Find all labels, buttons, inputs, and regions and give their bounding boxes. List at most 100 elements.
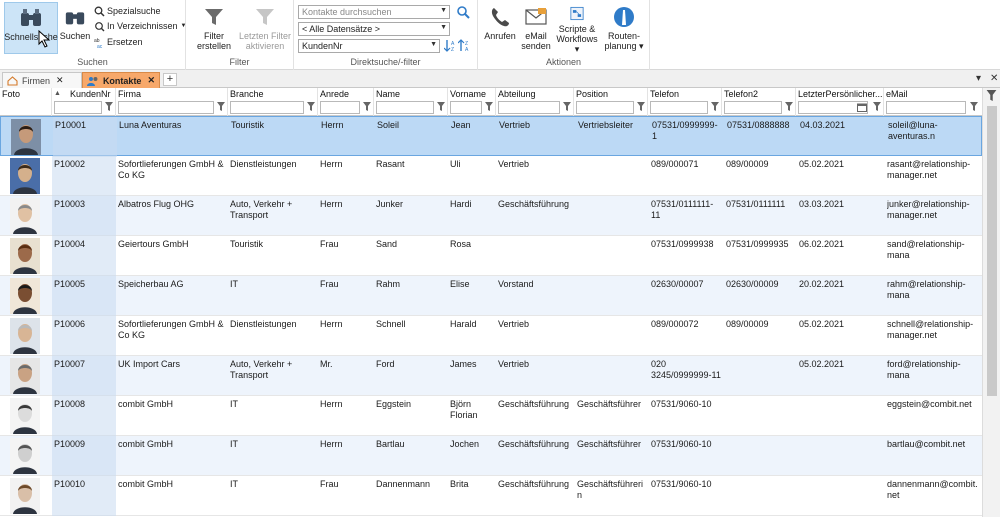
cell-email[interactable]: sand@relationship-mana — [887, 239, 980, 273]
cell-branche[interactable]: Touristik — [230, 239, 316, 273]
sort-descending-icon[interactable]: ZA — [458, 39, 470, 52]
table-row[interactable]: P10004 Geiertours GmbH Touristik Frau Sand Ro… — [0, 236, 982, 276]
cell-telefon2[interactable]: 089/00009 — [726, 319, 794, 353]
close-icon[interactable]: ✕ — [990, 73, 998, 84]
table-row[interactable]: P10010 combit GmbH IT Frau Dannenmann Brita Ge… — [0, 476, 982, 516]
cell-branche[interactable]: Auto, Verkehr + Transport — [230, 359, 316, 393]
table-row[interactable]: P10006 Sofortlieferungen GmbH & Co KG Dien… — [0, 316, 982, 356]
cell-letzter[interactable]: 20.02.2021 — [799, 279, 881, 313]
spezialsuche-button[interactable]: Spezialsuche — [94, 5, 161, 17]
cell-position[interactable] — [577, 239, 647, 273]
cell-email[interactable]: dannenmann@combit.net — [887, 479, 980, 513]
cell-branche[interactable]: Dienstleistungen — [230, 319, 316, 353]
cell-anrede[interactable]: Herrn — [320, 439, 372, 473]
cell-letzter[interactable]: 05.02.2021 — [799, 359, 881, 393]
table-row[interactable]: P10008 combit GmbH IT Herrn Eggstein Björn Fl… — [0, 396, 982, 436]
cell-branche[interactable]: IT — [230, 279, 316, 313]
cell-vorname[interactable]: James — [450, 359, 494, 393]
table-row[interactable]: P10005 Speicherbau AG IT Frau Rahm Elise Vorst… — [0, 276, 982, 316]
cell-telefon[interactable]: 07531/9060-10 — [651, 439, 721, 473]
cell-email[interactable]: ford@relationship-mana — [887, 359, 980, 393]
cell-anrede[interactable]: Mr. — [320, 359, 372, 393]
cell-abteilung[interactable]: Geschäftsführung — [498, 399, 572, 433]
cell-position[interactable] — [577, 359, 647, 393]
cell-telefon2[interactable] — [726, 359, 794, 393]
cell-letzter[interactable]: 03.03.2021 — [799, 199, 881, 233]
cell-vorname[interactable]: Harald — [450, 319, 494, 353]
close-icon[interactable]: ✕ — [56, 75, 64, 86]
cell-position[interactable]: Geschäftsführer — [577, 439, 647, 473]
cell-anrede[interactable]: Herrn — [321, 120, 373, 154]
cell-firma[interactable]: combit GmbH — [118, 479, 226, 513]
cell-firma[interactable]: Sofortlieferungen GmbH & Co KG — [118, 159, 226, 193]
cell-letzter[interactable] — [799, 479, 881, 513]
filter-icon[interactable] — [217, 102, 225, 111]
cell-kundennr[interactable]: P10010 — [54, 479, 112, 513]
filter-icon[interactable] — [363, 102, 371, 111]
cell-kundennr[interactable]: P10004 — [54, 239, 112, 273]
dataset-select[interactable]: < Alle Datensätze > ▼ — [298, 22, 450, 36]
filter-icon[interactable] — [986, 90, 997, 101]
chevron-down-icon[interactable]: ▾ — [976, 73, 981, 84]
cell-abteilung[interactable]: Geschäftsführung — [498, 439, 572, 473]
cell-telefon2[interactable]: 07531/0999935 — [726, 239, 794, 273]
cell-telefon[interactable]: 07531/9060-10 — [651, 399, 721, 433]
vertical-scrollbar[interactable] — [982, 88, 1000, 517]
cell-position[interactable]: Vertriebsleiter — [578, 120, 648, 154]
filter-input-vorname[interactable] — [450, 101, 482, 114]
cell-kundennr[interactable]: P10006 — [54, 319, 112, 353]
cell-name[interactable]: Soleil — [377, 120, 447, 154]
cell-firma[interactable]: Albatros Flug OHG — [118, 199, 226, 233]
filter-icon[interactable] — [437, 102, 445, 111]
cell-vorname[interactable]: Uli — [450, 159, 494, 193]
col-firma[interactable]: Firma — [116, 88, 228, 116]
cell-vorname[interactable]: Jean — [451, 120, 495, 154]
filter-input-branche[interactable] — [230, 101, 304, 114]
cell-kundennr[interactable]: P10001 — [55, 120, 113, 154]
cell-email[interactable]: rasant@relationship-manager.net — [887, 159, 980, 193]
cell-kundennr[interactable]: P10008 — [54, 399, 112, 433]
filter-icon[interactable] — [563, 102, 571, 111]
cell-telefon2[interactable] — [726, 479, 794, 513]
col-position[interactable]: Position — [574, 88, 648, 116]
col-telefon2[interactable]: Telefon2 — [722, 88, 796, 116]
cell-telefon2[interactable] — [726, 439, 794, 473]
filter-icon[interactable] — [711, 102, 719, 111]
cell-telefon2[interactable]: 07531/0888888 — [727, 120, 795, 154]
cell-position[interactable] — [577, 279, 647, 313]
sort-ascending-icon[interactable]: AZ — [444, 39, 456, 52]
filter-erstellen-button[interactable]: Filter erstellen — [192, 2, 236, 54]
cell-branche[interactable]: Dienstleistungen — [230, 159, 316, 193]
cell-vorname[interactable]: Rosa — [450, 239, 494, 273]
col-letzter[interactable]: LetzterPersönlicher... — [796, 88, 884, 116]
filter-icon[interactable] — [970, 102, 978, 111]
cell-name[interactable]: Ford — [376, 359, 446, 393]
filter-input-name[interactable] — [376, 101, 434, 114]
cell-letzter[interactable] — [799, 439, 881, 473]
cell-kundennr[interactable]: P10003 — [54, 199, 112, 233]
cell-firma[interactable]: UK Import Cars — [118, 359, 226, 393]
cell-name[interactable]: Dannenmann — [376, 479, 446, 513]
col-name[interactable]: Name — [374, 88, 448, 116]
cell-branche[interactable]: IT — [230, 479, 316, 513]
cell-anrede[interactable]: Frau — [320, 479, 372, 513]
cell-name[interactable]: Rahm — [376, 279, 446, 313]
cell-branche[interactable]: IT — [230, 439, 316, 473]
filter-icon[interactable] — [485, 102, 493, 111]
cell-vorname[interactable]: Brita — [450, 479, 494, 513]
filter-icon[interactable] — [105, 102, 113, 111]
in-verzeichnissen-button[interactable]: In Verzeichnissen ▼ — [94, 20, 187, 32]
col-anrede[interactable]: Anrede — [318, 88, 374, 116]
table-row[interactable]: P10007 UK Import Cars Auto, Verkehr + Tran… — [0, 356, 982, 396]
table-row[interactable]: P10003 Albatros Flug OHG Auto, Verkehr + T… — [0, 196, 982, 236]
col-branche[interactable]: Branche — [228, 88, 318, 116]
cell-telefon2[interactable]: 07531/0111111 — [726, 199, 794, 233]
calendar-icon[interactable] — [857, 103, 867, 112]
filter-input-abteilung[interactable] — [498, 101, 560, 114]
filter-icon[interactable] — [873, 102, 881, 111]
cell-kundennr[interactable]: P10009 — [54, 439, 112, 473]
search-icon[interactable] — [456, 5, 470, 19]
close-icon[interactable]: ✕ — [147, 75, 155, 86]
cell-email[interactable]: eggstein@combit.net — [887, 399, 980, 433]
scrollbar-thumb[interactable] — [987, 106, 997, 396]
